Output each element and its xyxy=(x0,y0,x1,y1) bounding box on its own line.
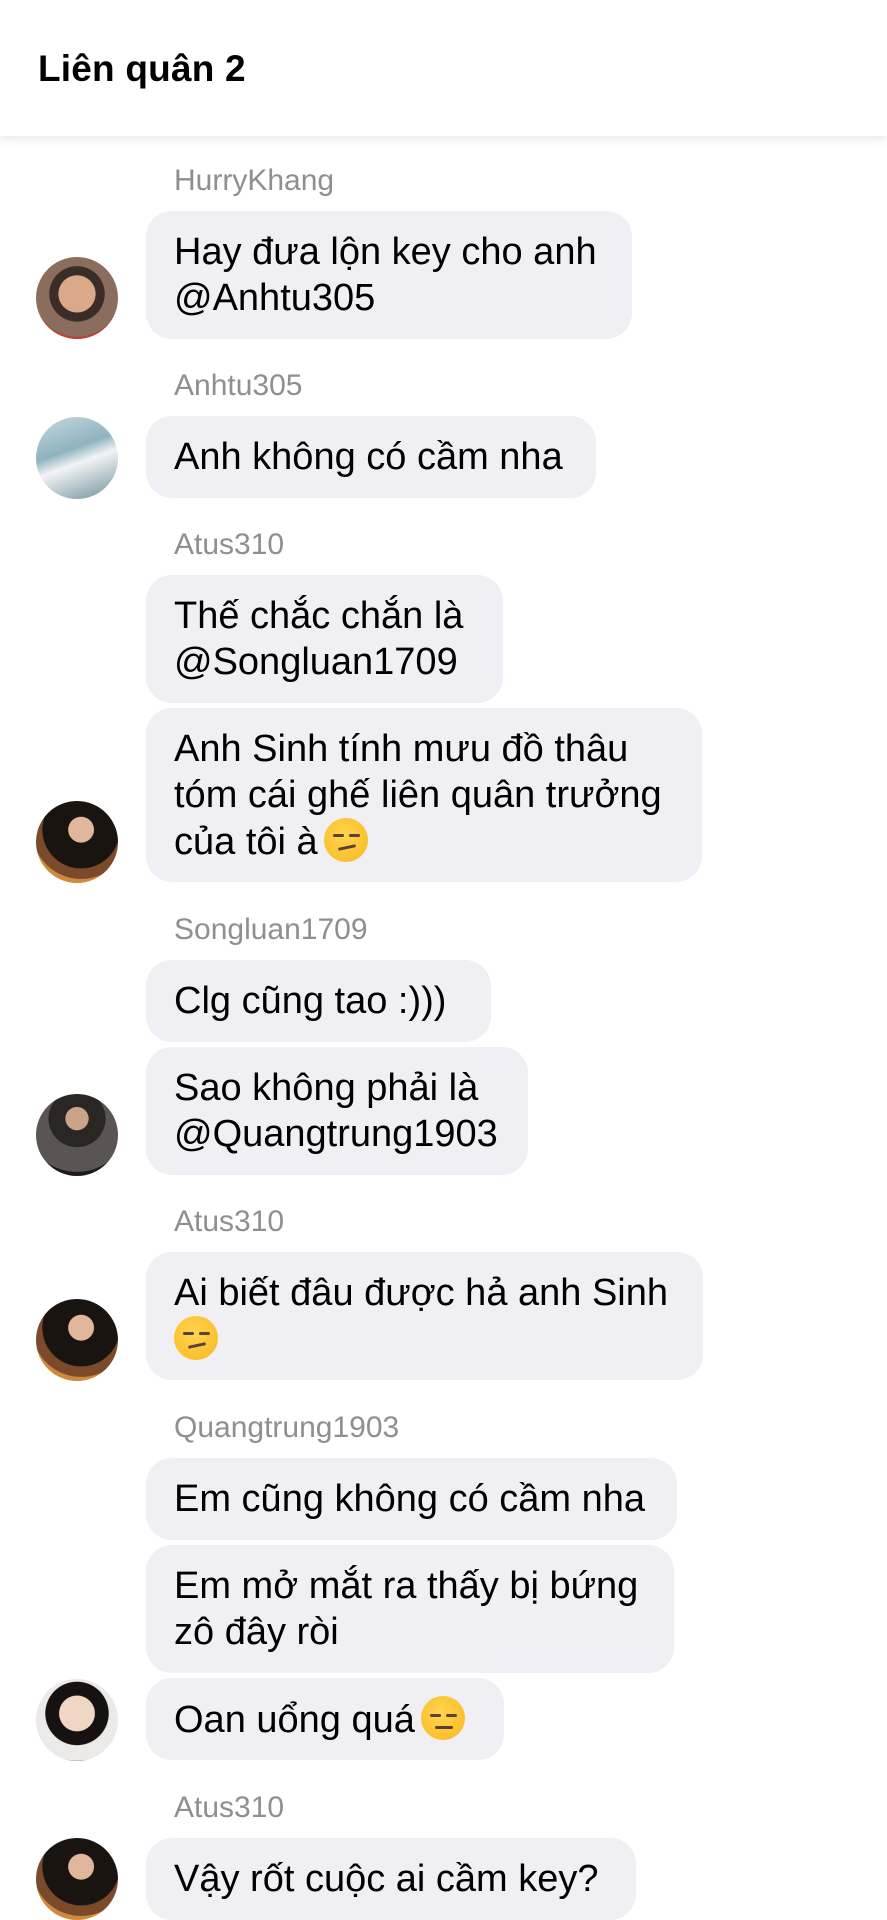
message-text: Em mở mắt ra thấy bị bứng zô đây ròi xyxy=(174,1565,639,1653)
avatar[interactable] xyxy=(36,417,118,499)
message-bubble[interactable]: Vậy rốt cuộc ai cầm key? xyxy=(146,1838,636,1920)
avatar[interactable] xyxy=(36,1094,118,1176)
message-text: Thế chắc chắn là @Songluan1709 xyxy=(174,595,464,683)
sender-name: Atus310 xyxy=(174,1205,285,1238)
chat-header: Liên quân 2 xyxy=(0,0,887,136)
sender-name: HurryKhang xyxy=(174,164,335,197)
message-text: Em cũng không có cầm nha xyxy=(174,1478,646,1520)
smirk-emoji-icon xyxy=(323,817,368,862)
message-bubble[interactable]: Hay đưa lộn key cho anh @Anhtu305 xyxy=(146,211,632,339)
avatar[interactable] xyxy=(36,1299,118,1381)
chat-title[interactable]: Liên quân 2 xyxy=(38,48,246,90)
message-bubble[interactable]: Clg cũng tao :))) xyxy=(146,960,491,1042)
message-bubble[interactable]: Em mở mắt ra thấy bị bứng zô đây ròi xyxy=(146,1545,674,1673)
message-text: Anh không có cầm nha xyxy=(174,436,563,478)
message-text: Sao không phải là @Quangtrung1903 xyxy=(174,1067,498,1155)
message-text: Clg cũng tao :))) xyxy=(174,980,447,1022)
message-text: Vậy rốt cuộc ai cầm key? xyxy=(174,1858,599,1900)
message-bubble[interactable]: Oan uổng quá xyxy=(146,1678,504,1760)
smirk-emoji-icon xyxy=(174,1315,218,1360)
message-bubble[interactable]: Ai biết đâu được hả anh Sinh xyxy=(146,1252,703,1380)
message-bubble[interactable]: Anh không có cầm nha xyxy=(146,416,596,498)
sender-name: Quangtrung1903 xyxy=(174,1411,400,1444)
sender-name: Songluan1709 xyxy=(174,913,368,946)
message-text: Anh Sinh tính mưu đồ thâu tóm cái ghế li… xyxy=(174,727,662,863)
message-bubble[interactable]: Thế chắc chắn là @Songluan1709 xyxy=(146,575,503,703)
sender-name: Atus310 xyxy=(174,1791,285,1824)
avatar[interactable] xyxy=(36,257,118,339)
pensive-emoji-icon xyxy=(420,1695,465,1740)
sender-name: Anhtu305 xyxy=(174,369,303,402)
message-bubble[interactable]: Anh Sinh tính mưu đồ thâu tóm cái ghế li… xyxy=(146,708,702,882)
sender-name: Atus310 xyxy=(174,528,285,561)
message-bubble[interactable]: Sao không phải là @Quangtrung1903 xyxy=(146,1047,528,1175)
avatar[interactable] xyxy=(36,801,118,883)
message-text: Ai biết đâu được hả anh Sinh xyxy=(174,1271,669,1314)
avatar[interactable] xyxy=(36,1838,118,1920)
message-text: Oan uổng quá xyxy=(174,1698,415,1741)
avatar[interactable] xyxy=(36,1679,118,1761)
message-bubble[interactable]: Em cũng không có cầm nha xyxy=(146,1458,677,1540)
message-text: Hay đưa lộn key cho anh @Anhtu305 xyxy=(174,231,597,319)
